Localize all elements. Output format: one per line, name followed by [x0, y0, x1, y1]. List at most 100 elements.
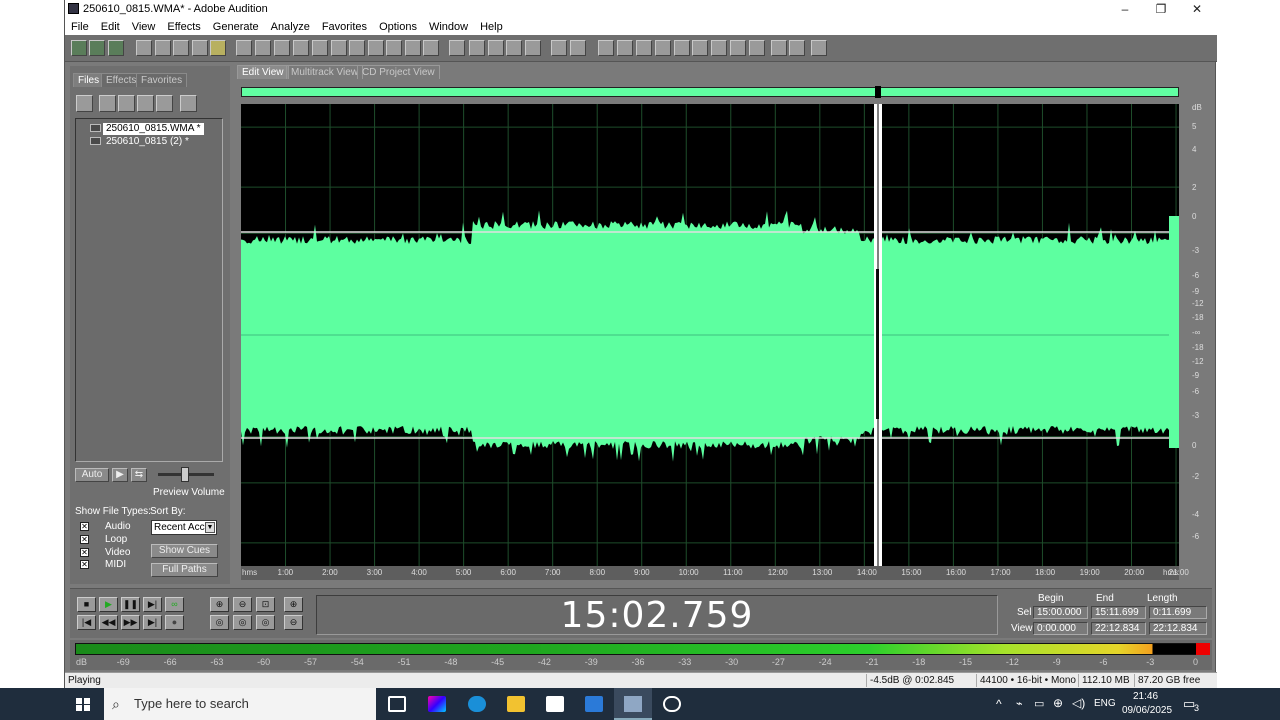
statistics-icon[interactable] — [771, 40, 787, 56]
chevron-down-icon[interactable]: ▼ — [205, 522, 215, 533]
menu-favorites[interactable]: Favorites — [316, 21, 373, 33]
taskbar-search-box[interactable]: ⌕ Type here to search — [104, 688, 376, 720]
stop-button[interactable]: ■ — [77, 597, 96, 612]
tab-multitrack-view[interactable]: Multitrack View — [286, 65, 364, 79]
insert-cd-icon[interactable] — [156, 95, 173, 112]
audio-checkbox[interactable]: ✕ — [80, 522, 89, 531]
sel-length-field[interactable]: 0:11.699 — [1149, 606, 1207, 619]
store-icon[interactable] — [546, 696, 564, 712]
waveform-view-icon[interactable] — [488, 40, 504, 56]
battery-icon[interactable]: ▭ — [1034, 697, 1044, 710]
edge-icon[interactable] — [468, 696, 486, 712]
redo-icon[interactable] — [255, 40, 271, 56]
volume-icon[interactable]: ◁) — [1072, 696, 1085, 710]
undo-icon[interactable] — [236, 40, 252, 56]
convert-icon[interactable] — [449, 40, 465, 56]
phase-analysis-icon[interactable] — [730, 40, 746, 56]
show-cues-button[interactable]: Show Cues — [151, 544, 218, 558]
mail-icon[interactable] — [585, 696, 603, 712]
new-file-icon[interactable] — [136, 40, 152, 56]
open-file-icon[interactable] — [76, 95, 93, 112]
phase-view-icon[interactable] — [525, 40, 541, 56]
import-file-icon[interactable] — [99, 95, 116, 112]
midi-checkbox[interactable]: ✕ — [80, 560, 89, 569]
loop-icon[interactable] — [674, 40, 690, 56]
menu-analyze[interactable]: Analyze — [265, 21, 316, 33]
play-preview-button[interactable]: ▶ — [112, 468, 128, 482]
silence-icon[interactable] — [405, 40, 421, 56]
copy-icon[interactable] — [312, 40, 328, 56]
repeat-icon[interactable] — [274, 40, 290, 56]
windows-start-icon[interactable] — [76, 698, 90, 711]
close-button[interactable]: ✕ — [1179, 0, 1215, 18]
audition-taskbar-button[interactable] — [614, 688, 652, 720]
copilot-icon[interactable] — [428, 696, 446, 712]
record-button[interactable]: ● — [165, 615, 184, 630]
menu-window[interactable]: Window — [423, 21, 474, 33]
menu-generate[interactable]: Generate — [207, 21, 265, 33]
trim-icon[interactable] — [386, 40, 402, 56]
file-explorer-icon[interactable] — [507, 696, 525, 712]
play-list-icon[interactable] — [692, 40, 708, 56]
play-button[interactable]: ▶ — [99, 597, 118, 612]
insert-multitrack-icon[interactable] — [137, 95, 154, 112]
waveform-display[interactable] — [241, 104, 1179, 566]
save-icon[interactable] — [173, 40, 189, 56]
video-icon[interactable] — [789, 40, 805, 56]
task-view-icon[interactable] — [388, 696, 406, 712]
sel-begin-field[interactable]: 15:00.000 — [1033, 606, 1088, 619]
cue-list-icon[interactable] — [655, 40, 671, 56]
zoom-in-horizontal-button[interactable]: ⊕ — [210, 597, 229, 612]
zoom-out-vertical-button[interactable]: ⊖ — [284, 615, 303, 630]
view-begin-field[interactable]: 0:00.000 — [1033, 622, 1088, 635]
zoom-out-full-button[interactable]: ⊡ — [256, 597, 275, 612]
save-all-icon[interactable] — [210, 40, 226, 56]
network-icon[interactable]: ⊕ — [1053, 696, 1063, 710]
paste-new-icon[interactable] — [349, 40, 365, 56]
time-select-icon[interactable] — [570, 40, 586, 56]
zoom-right-button[interactable]: ◎ — [256, 615, 275, 630]
preview-volume-slider[interactable] — [181, 467, 189, 482]
menu-options[interactable]: Options — [373, 21, 423, 33]
view-length-field[interactable]: 22:12.834 — [1149, 622, 1207, 635]
language-indicator[interactable]: ENG — [1094, 698, 1116, 709]
fast-forward-button[interactable]: ▶▶ — [121, 615, 140, 630]
clock-date[interactable]: 09/06/2025 — [1122, 705, 1172, 716]
play-to-end-button[interactable]: ▶| — [143, 597, 162, 612]
menu-edit[interactable]: Edit — [95, 21, 126, 33]
full-paths-button[interactable]: Full Paths — [151, 563, 218, 577]
minimize-button[interactable]: – — [1107, 0, 1143, 18]
save-as-icon[interactable] — [192, 40, 208, 56]
tray-chevron-up-icon[interactable]: ^ — [996, 697, 1002, 711]
cut-icon[interactable] — [293, 40, 309, 56]
loop-checkbox[interactable]: ✕ — [80, 535, 89, 544]
snap-icon[interactable] — [551, 40, 567, 56]
zoom-to-selection-button[interactable]: ◎ — [210, 615, 229, 630]
tab-files[interactable]: Files — [73, 73, 105, 87]
zoom-in-vertical-button[interactable]: ⊕ — [284, 597, 303, 612]
go-to-start-button[interactable]: |◀ — [77, 615, 96, 630]
file-item-1[interactable]: 250610_0815.WMA * — [103, 123, 204, 135]
menu-help[interactable]: Help — [474, 21, 509, 33]
time-ruler[interactable]: hms 1:00 2:00 3:00 4:00 5:00 6:00 7:00 8:00 9:00 1… — [241, 566, 1189, 580]
paste-icon[interactable] — [331, 40, 347, 56]
maximize-button[interactable]: ❐ — [1143, 0, 1179, 18]
tab-edit-view[interactable]: Edit View — [237, 65, 289, 79]
menu-file[interactable]: File — [65, 21, 95, 33]
file-item-2[interactable]: 250610_0815 (2) * — [103, 136, 192, 148]
pan-view-icon[interactable] — [506, 40, 522, 56]
close-file-icon[interactable] — [118, 95, 135, 112]
open-icon[interactable] — [155, 40, 171, 56]
marquee-icon[interactable] — [598, 40, 614, 56]
view-end-field[interactable]: 22:12.834 — [1091, 622, 1146, 635]
menu-view[interactable]: View — [126, 21, 162, 33]
multitrack-view-icon[interactable] — [71, 40, 87, 56]
frequency-icon[interactable] — [749, 40, 765, 56]
tab-favorites[interactable]: Favorites — [136, 73, 188, 87]
spectral-view-icon[interactable] — [469, 40, 485, 56]
edit-view-icon[interactable] — [89, 40, 105, 56]
tab-cd-project-view[interactable]: CD Project View — [357, 65, 440, 79]
hybrid-icon[interactable] — [636, 40, 652, 56]
pause-button[interactable]: ❚❚ — [121, 597, 140, 612]
zoom-left-button[interactable]: ◎ — [233, 615, 252, 630]
